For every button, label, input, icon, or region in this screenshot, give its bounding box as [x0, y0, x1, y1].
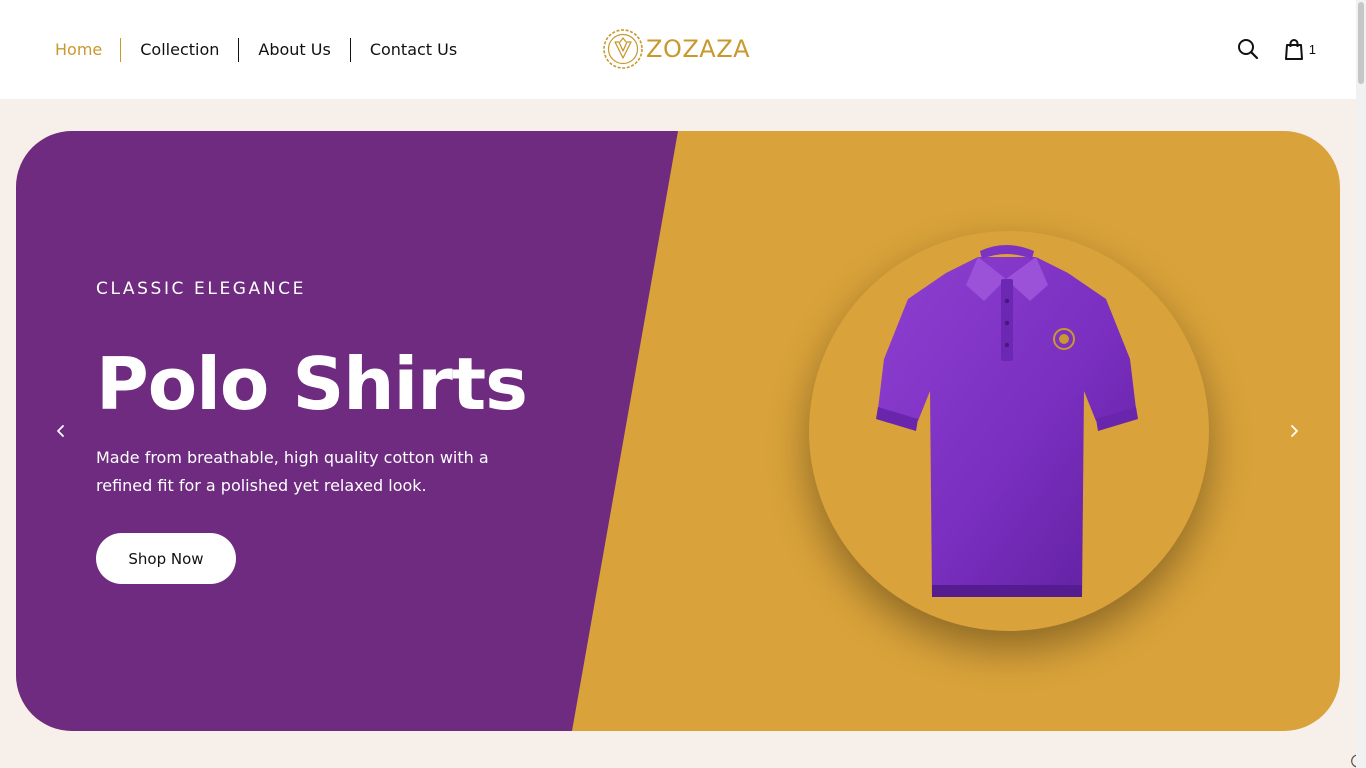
site-header: Home Collection About Us Contact Us ZOZA…	[0, 0, 1356, 99]
chevron-left-icon	[57, 425, 64, 437]
slider-prev-button[interactable]	[49, 419, 73, 443]
shopping-bag-icon	[1284, 39, 1303, 60]
nav-collection[interactable]: Collection	[120, 38, 238, 62]
slider-next-button[interactable]	[1282, 419, 1306, 443]
slide-description: Made from breathable, high quality cotto…	[96, 448, 489, 495]
nav-home[interactable]: Home	[55, 38, 120, 62]
nav-contact-us[interactable]: Contact Us	[349, 38, 476, 62]
nav-about-us[interactable]: About Us	[238, 38, 349, 62]
slide-title: Polo Shirts	[96, 342, 528, 426]
hero-slider: CLASSIC ELEGANCE Polo Shirts Made from b…	[16, 131, 1340, 731]
brand-name: ZOZAZA	[646, 35, 751, 63]
main-nav: Home Collection About Us Contact Us	[55, 37, 476, 63]
cart-button[interactable]: 1	[1284, 37, 1316, 61]
polo-shirt-image	[876, 245, 1138, 597]
search-icon	[1237, 39, 1258, 60]
slide-eyebrow: CLASSIC ELEGANCE	[96, 279, 306, 299]
chevron-right-icon	[1291, 425, 1298, 437]
search-button[interactable]	[1236, 37, 1260, 61]
scrollbar-thumb[interactable]	[1358, 2, 1364, 84]
shop-now-button[interactable]: Shop Now	[96, 533, 236, 584]
brand-emblem-icon	[603, 29, 643, 69]
brand-logo[interactable]: ZOZAZA	[602, 28, 750, 70]
page-scrollbar[interactable]	[1356, 0, 1366, 768]
header-actions: 1	[1236, 37, 1316, 61]
cart-count-badge: 1	[1308, 41, 1316, 57]
